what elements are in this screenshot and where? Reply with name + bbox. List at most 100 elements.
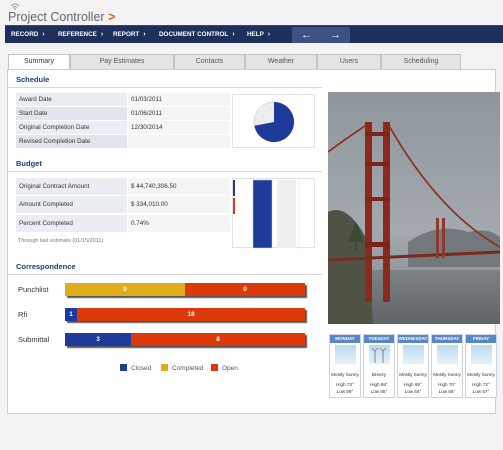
budget-note: Through last estimate (01/15/2011) — [18, 238, 104, 244]
tab-scheduling[interactable]: Scheduling — [381, 54, 461, 69]
chevron-right-icon: › — [42, 31, 45, 38]
weather-low: Low 55° — [438, 389, 456, 394]
budget-label: Percent Completed — [16, 215, 127, 232]
tab-users[interactable]: Users — [317, 54, 381, 69]
weather-desc: Mostly Sunny — [467, 372, 495, 377]
open-segment: 0 — [185, 283, 305, 296]
weather-desc: Mostly Sunny — [433, 372, 461, 377]
nav-help[interactable]: HELP › — [247, 26, 270, 44]
budget-title: Budget — [16, 159, 42, 168]
weather-high: High 69° — [404, 382, 422, 387]
budget-row: Amount Completed $ 334,010.00 — [16, 196, 230, 213]
completed-segment: 0 — [65, 283, 185, 296]
weather-high: High 73° — [336, 382, 354, 387]
weather-day-name: FRIDAY — [466, 335, 496, 343]
weather-low: Low 54° — [404, 389, 422, 394]
corr-label: Punchlist — [18, 285, 49, 294]
tab-summary[interactable]: Summary — [8, 54, 70, 70]
budget-marker-original — [233, 180, 235, 196]
forward-arrow-icon[interactable]: → — [321, 27, 350, 43]
nav-document-control[interactable]: DOCUMENT CONTROL › — [159, 26, 235, 44]
legend-swatch — [120, 364, 127, 371]
budget-bars-svg — [233, 179, 300, 249]
open-segment: 8 — [131, 333, 305, 346]
legend-completed: Completed — [161, 364, 203, 372]
schedule-value: 12/30/2014 — [127, 121, 230, 134]
chevron-right-icon: › — [100, 31, 104, 38]
schedule-value: 01/06/2011 — [127, 107, 230, 120]
tab-pay-estimates[interactable]: Pay Estimates — [70, 54, 174, 69]
corr-bar: 0 0 — [65, 283, 305, 296]
sunny-icon — [335, 345, 356, 364]
weather-day-name: MONDAY — [330, 335, 360, 343]
schedule-label: Award Date — [16, 93, 127, 106]
weather-day: MONDAY Mostly Sunny High 73° Low 59° — [329, 334, 361, 398]
weather-forecast: MONDAY Mostly Sunny High 73° Low 59° TUE… — [329, 334, 497, 398]
sunny-icon — [437, 345, 458, 364]
correspondence-title: Correspondence — [16, 262, 76, 271]
project-photo — [328, 92, 500, 324]
corr-label: Submittal — [18, 335, 50, 344]
tab-weather[interactable]: Weather — [245, 54, 317, 69]
legend-swatch — [161, 364, 168, 371]
weather-low: Low 57° — [472, 389, 490, 394]
main-navbar: RECORD › REFERENCE › REPORT › DOCUMENT CONT… — [5, 25, 503, 43]
corr-bar: 3 8 — [65, 333, 305, 346]
history-nav: ← → — [292, 27, 350, 43]
legend-swatch — [211, 364, 218, 371]
weather-high: High 72° — [472, 382, 490, 387]
budget-value: 0.74% — [127, 215, 230, 232]
tab-contacts[interactable]: Contacts — [174, 54, 245, 69]
budget-label: Amount Completed — [16, 196, 127, 213]
schedule-row: Start Date 01/06/2011 — [16, 107, 230, 120]
schedule-label: Original Completion Date — [16, 121, 127, 134]
divider — [8, 171, 322, 172]
budget-value: $ 334,010.00 — [127, 196, 230, 213]
corr-bar: 1 18 — [65, 308, 305, 321]
weather-desc: Mostly Sunny — [331, 372, 359, 377]
weather-low: Low 55° — [370, 389, 388, 394]
weather-day: FRIDAY Mostly Sunny High 72° Low 57° — [465, 334, 497, 398]
weather-day-name: TUESDAY — [364, 335, 394, 343]
chevron-right-icon: › — [232, 31, 235, 38]
weather-day: TUESDAY Breezy High 69° Low 55° — [363, 334, 395, 398]
signal-icon — [10, 3, 20, 10]
weather-desc: Mostly Sunny — [399, 372, 427, 377]
nav-record[interactable]: RECORD › — [11, 26, 45, 44]
back-arrow-icon[interactable]: ← — [292, 27, 321, 43]
weather-high: High 70° — [438, 382, 456, 387]
schedule-row: Revised Completion Date — [16, 135, 230, 148]
budget-label: Original Contract Amount — [16, 178, 127, 195]
app-title: Project Controller > — [8, 10, 116, 24]
weather-day-name: THURSDAY — [432, 335, 462, 343]
windmill-icon — [371, 347, 387, 363]
schedule-value — [127, 135, 230, 148]
chevron-right-icon: › — [143, 31, 146, 38]
legend-open: Open — [211, 364, 238, 372]
divider — [8, 274, 322, 275]
chevron-right-icon: › — [267, 31, 271, 38]
schedule-label: Revised Completion Date — [16, 135, 127, 148]
schedule-pie-chart — [232, 94, 315, 148]
budget-row: Percent Completed 0.74% — [16, 215, 230, 232]
weather-desc: Breezy — [371, 372, 387, 377]
schedule-title: Schedule — [16, 75, 50, 84]
schedule-label: Start Date — [16, 107, 127, 120]
closed-segment: 1 — [65, 308, 77, 321]
closed-segment: 3 — [65, 333, 131, 346]
weather-day: WEDNESDAY Mostly Sunny High 69° Low 54° — [397, 334, 429, 398]
budget-row: Original Contract Amount $ 44,740,306.50 — [16, 178, 230, 195]
schedule-row: Award Date 01/03/2011 — [16, 93, 230, 106]
weather-low: Low 59° — [336, 389, 354, 394]
budget-bar-contract — [253, 180, 272, 248]
schedule-value: 01/03/2011 — [127, 93, 230, 106]
weather-high: High 69° — [370, 382, 388, 387]
nav-report[interactable]: REPORT › — [113, 26, 146, 44]
schedule-row: Original Completion Date 12/30/2014 — [16, 121, 230, 134]
windmill-icon — [369, 345, 390, 364]
title-arrow-icon: > — [108, 10, 116, 24]
budget-marker-completed — [233, 198, 235, 214]
sunny-icon — [403, 345, 424, 364]
budget-value: $ 44,740,306.50 — [127, 178, 230, 195]
nav-reference[interactable]: REFERENCE › — [58, 26, 103, 44]
